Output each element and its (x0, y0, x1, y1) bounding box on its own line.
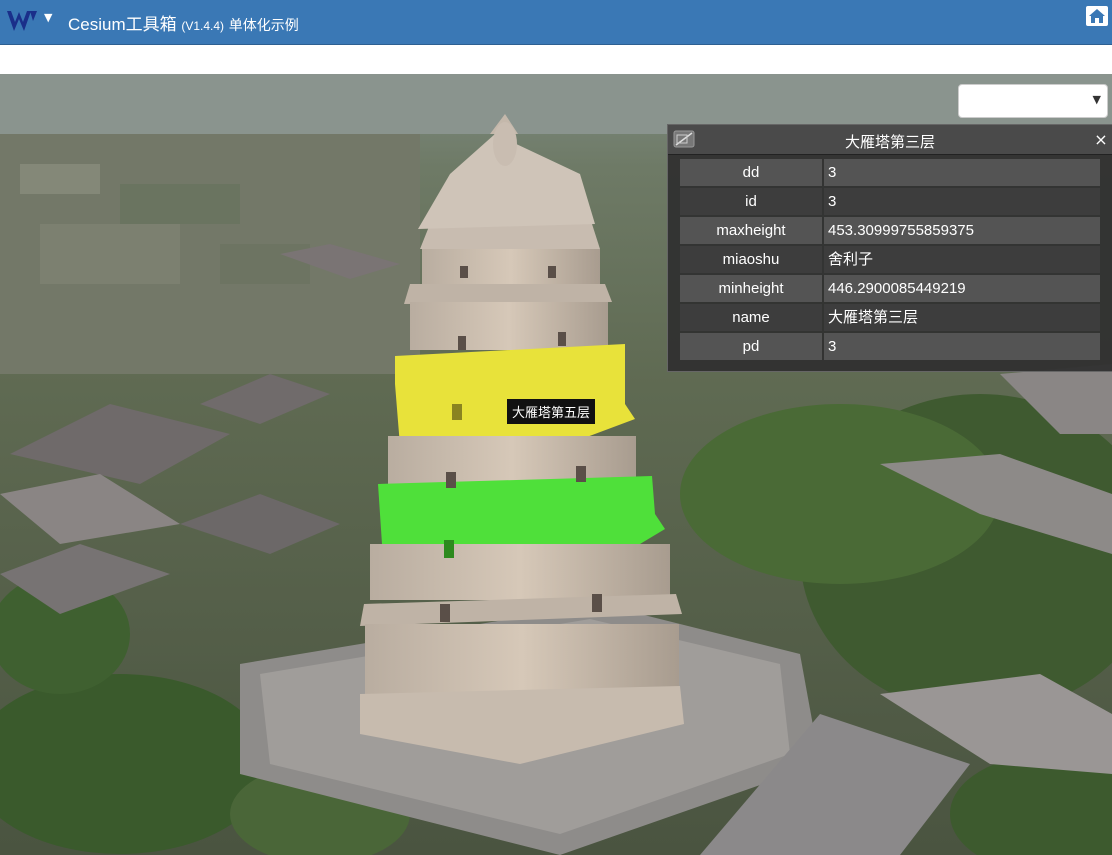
table-row: name 大雁塔第三层 (680, 304, 1100, 333)
app-title: Cesium工具箱 (68, 15, 177, 34)
attribute-value: 3 (824, 159, 1100, 186)
attribute-key: dd (680, 159, 822, 186)
attribute-key: id (680, 188, 822, 215)
attribute-key: maxheight (680, 217, 822, 244)
attribute-key: miaoshu (680, 246, 822, 273)
top-navbar: ▼ Cesium工具箱 (V1.4.4) 单体化示例 (0, 0, 1112, 45)
attribute-key: pd (680, 333, 822, 360)
attribute-value: 3 (824, 333, 1100, 360)
page-title: Cesium工具箱 (V1.4.4) 单体化示例 (68, 10, 299, 35)
w-logo-icon[interactable] (6, 7, 38, 35)
table-row: maxheight 453.30999755859375 (680, 217, 1100, 246)
table-row: miaoshu 舍利子 (680, 246, 1100, 275)
table-row: id 3 (680, 188, 1100, 217)
table-row: minheight 446.2900085449219 (680, 275, 1100, 304)
hover-label: 大雁塔第五层 (507, 399, 596, 424)
attribute-table: dd 3 id 3 maxheight 453.30999755859375 m… (680, 159, 1100, 362)
info-panel-header: 大雁塔第三层 × (668, 125, 1112, 155)
camera-off-icon[interactable] (673, 130, 695, 148)
app-version: (V1.4.4) (181, 19, 225, 33)
close-icon[interactable]: × (1094, 130, 1108, 149)
table-row: dd 3 (680, 159, 1100, 188)
toolbar-strip (0, 46, 1112, 74)
attribute-key: name (680, 304, 822, 331)
layer-select[interactable]: ▼ (958, 84, 1108, 118)
table-row: pd 3 (680, 333, 1100, 362)
brand-dropdown-caret-icon[interactable]: ▼ (44, 11, 52, 24)
attribute-value: 453.30999755859375 (824, 217, 1100, 244)
info-panel-title: 大雁塔第三层 (844, 134, 935, 151)
attribute-value: 446.2900085449219 (824, 275, 1100, 302)
attribute-value: 3 (824, 188, 1100, 215)
app-subtitle: 单体化示例 (228, 17, 299, 33)
attribute-value: 大雁塔第三层 (824, 304, 1100, 331)
chevron-down-icon: ▼ (1092, 93, 1101, 106)
home-button[interactable] (1086, 6, 1108, 26)
attribute-key: minheight (680, 275, 822, 302)
home-icon (1089, 9, 1105, 23)
info-panel: 大雁塔第三层 × dd 3 id 3 maxheight 453.3099975… (667, 124, 1112, 372)
attribute-value: 舍利子 (824, 246, 1100, 273)
